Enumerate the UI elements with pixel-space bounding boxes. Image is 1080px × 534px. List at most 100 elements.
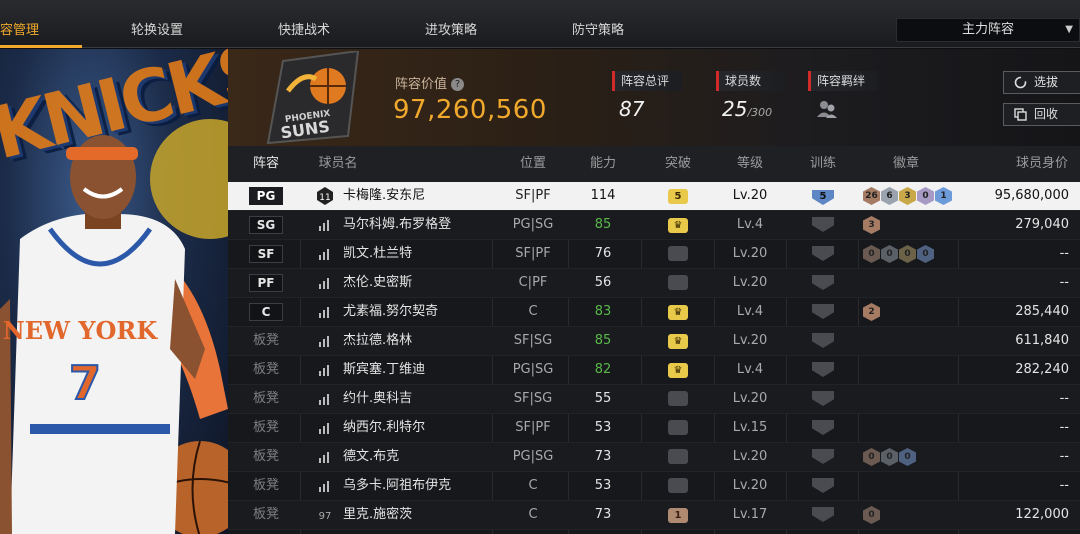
col-value[interactable]: 球员身价 [988,146,1068,182]
player-level: Lv.20 [732,275,768,290]
badge-list: 2 [861,298,971,326]
badge-list: 3 [861,211,971,239]
player-name[interactable]: 尤素福.努尔契奇 [343,298,438,326]
col-level[interactable]: 等级 [715,146,785,182]
table-row[interactable]: C 尤素福.努尔契奇 C 83 ♛ Lv.4 2 285,440 [228,298,1080,327]
player-card-icon [319,249,329,260]
table-row[interactable]: SF 凯文.杜兰特 SF|PF 76 Lv.20 0 0 0 0 -- [228,240,1080,269]
tab-offense-strategy[interactable]: 进攻策略 [425,0,477,48]
player-name[interactable]: 德文.布克 [343,443,399,471]
table-row[interactable]: 板凳 杰拉德.格林 SF|SG 85 ♛ Lv.20 611,840 [228,327,1080,356]
jersey-team-text: NEW YORK [3,316,159,345]
player-name[interactable]: 里克.施密茨 [343,501,412,529]
col-training[interactable]: 训练 [788,146,858,182]
player-name[interactable]: 马尔科姆.布罗格登 [343,211,451,239]
roster-table-header: 阵容 球员名 位置 能力 突破 等级 训练 徽章 球员身价 [228,146,1080,182]
player-card-icon [319,394,329,405]
training-shield-icon [812,275,834,290]
badge-hex-icon: 1 [935,187,952,205]
player-level: Lv.20 [732,478,768,493]
badge-hex-icon: 0 [917,187,934,205]
tab-rotation-settings[interactable]: 轮换设置 [131,0,183,48]
player-name[interactable]: 凯文.杜兰特 [343,240,412,268]
badge-list [861,327,971,355]
bench-label: 板凳 [252,420,279,435]
player-card-icon [319,365,329,376]
tab-quick-tactics[interactable]: 快捷战术 [278,0,330,48]
breakthrough-cell [643,472,713,500]
player-name[interactable]: 卡梅隆.安东尼 [343,182,425,210]
position-slot-badge: PF [249,274,283,292]
recycle-button[interactable]: 回收 [1003,103,1080,126]
player-level: Lv.17 [732,507,768,522]
col-ability[interactable]: 能力 [568,146,638,182]
breakthrough-badge: 1 [668,508,688,523]
col-badges[interactable]: 徽章 [878,146,934,182]
table-row[interactable]: 板凳 德文.布克 PG|SG 73 Lv.20 0 0 0 -- [228,443,1080,472]
table-row[interactable]: 板凳 斯宾塞.丁维迪 PG|SG 82 ♛ Lv.4 282,240 [228,356,1080,385]
player-portrait: NEW YORK 7 [0,135,228,534]
col-breakthrough[interactable]: 突破 [643,146,713,182]
breakthrough-cell: ♛ [643,211,713,239]
table-row[interactable]: 板凳 乌多卡.阿祖布伊克 C 53 Lv.20 -- [228,472,1080,501]
roster-table: PG 11 卡梅隆.安东尼 SF|PF 114 5 Lv.20 5 26 6 3 0 1 95,680,0… [228,182,1080,534]
col-name[interactable]: 球员名 [313,146,363,182]
bench-label: 板凳 [252,449,279,464]
select-button[interactable]: 选拔 [1003,71,1080,94]
col-position[interactable]: 位置 [493,146,573,182]
player-position: PG|SG [512,449,554,464]
tab-lineup-management[interactable]: 容管理 [0,0,39,48]
bond-people-icon[interactable] [816,100,838,118]
player-card-icon [319,220,329,231]
player-card-icon [319,452,329,463]
player-level: Lv.20 [732,391,768,406]
player-card-icon [319,336,329,347]
player-position: PG|SG [512,217,554,232]
player-name[interactable]: 斯宾塞.丁维迪 [343,356,425,384]
badge-list: 0000 [861,240,971,268]
slot-cell: SF [246,240,286,268]
player-ability: 76 [594,246,612,261]
breakthrough-cell [643,240,713,268]
player-ability: 83 [594,304,612,319]
player-count-max: /300 [747,106,773,119]
tab-defense-strategy[interactable]: 防守策略 [572,0,624,48]
player-value: -- [1059,391,1069,406]
team-logo: PHOENIX SUNS [266,51,360,145]
table-row[interactable]: 板凳 约什.奥科吉 SF|SG 55 Lv.20 -- [228,385,1080,414]
lineup-summary-banner: PHOENIX SUNS 阵容价值? 97,260,560 阵容总评 87 球员… [228,49,1080,146]
player-name[interactable]: 杰伦.史密斯 [343,269,412,297]
breakthrough-empty-icon [668,275,688,290]
player-position: C [528,507,538,522]
player-position: SF|PF [515,188,551,203]
training-shield-icon [812,449,834,464]
training-shield-icon [812,304,834,319]
table-row[interactable]: 板凳 纳西尔.利特尔 SF|PF 53 Lv.15 -- [228,414,1080,443]
training-shield-icon [812,478,834,493]
training-shield-icon [812,391,834,406]
lineup-rating-value: 87 [619,97,645,121]
lineup-select-dropdown[interactable]: 主力阵容 ▼ [896,18,1080,42]
training-cell [788,211,858,239]
player-card-icon: 97 [319,511,332,522]
player-card-icon: 11 [317,187,333,205]
training-shield-icon [812,420,834,435]
position-slot-badge: SG [249,216,283,234]
player-level: Lv.4 [736,304,764,319]
player-card-icon [319,481,329,492]
chevron-down-icon: ▼ [1065,24,1073,35]
table-row[interactable]: 板凳 97 里克.施密茨 C 73 1 Lv.17 0 122,000 [228,501,1080,530]
breakthrough-cell: ♛ [643,356,713,384]
player-name[interactable]: 约什.奥科吉 [343,385,412,413]
player-name[interactable]: 纳西尔.利特尔 [343,414,425,442]
col-slot[interactable]: 阵容 [246,146,286,182]
bench-label: 板凳 [252,362,279,377]
bench-label: 板凳 [252,507,279,522]
table-row[interactable]: PG 11 卡梅隆.安东尼 SF|PF 114 5 Lv.20 5 26 6 3 0 1 95,680,0… [228,182,1080,211]
player-name[interactable]: 杰拉德.格林 [343,327,412,355]
table-row[interactable]: SG 马尔科姆.布罗格登 PG|SG 85 ♛ Lv.4 3 279,040 [228,211,1080,240]
player-name[interactable]: 乌多卡.阿祖布伊克 [343,472,451,500]
help-icon[interactable]: ? [451,78,465,91]
table-row[interactable]: PF 杰伦.史密斯 C|PF 56 Lv.20 -- [228,269,1080,298]
breakthrough-empty-icon [668,478,688,493]
